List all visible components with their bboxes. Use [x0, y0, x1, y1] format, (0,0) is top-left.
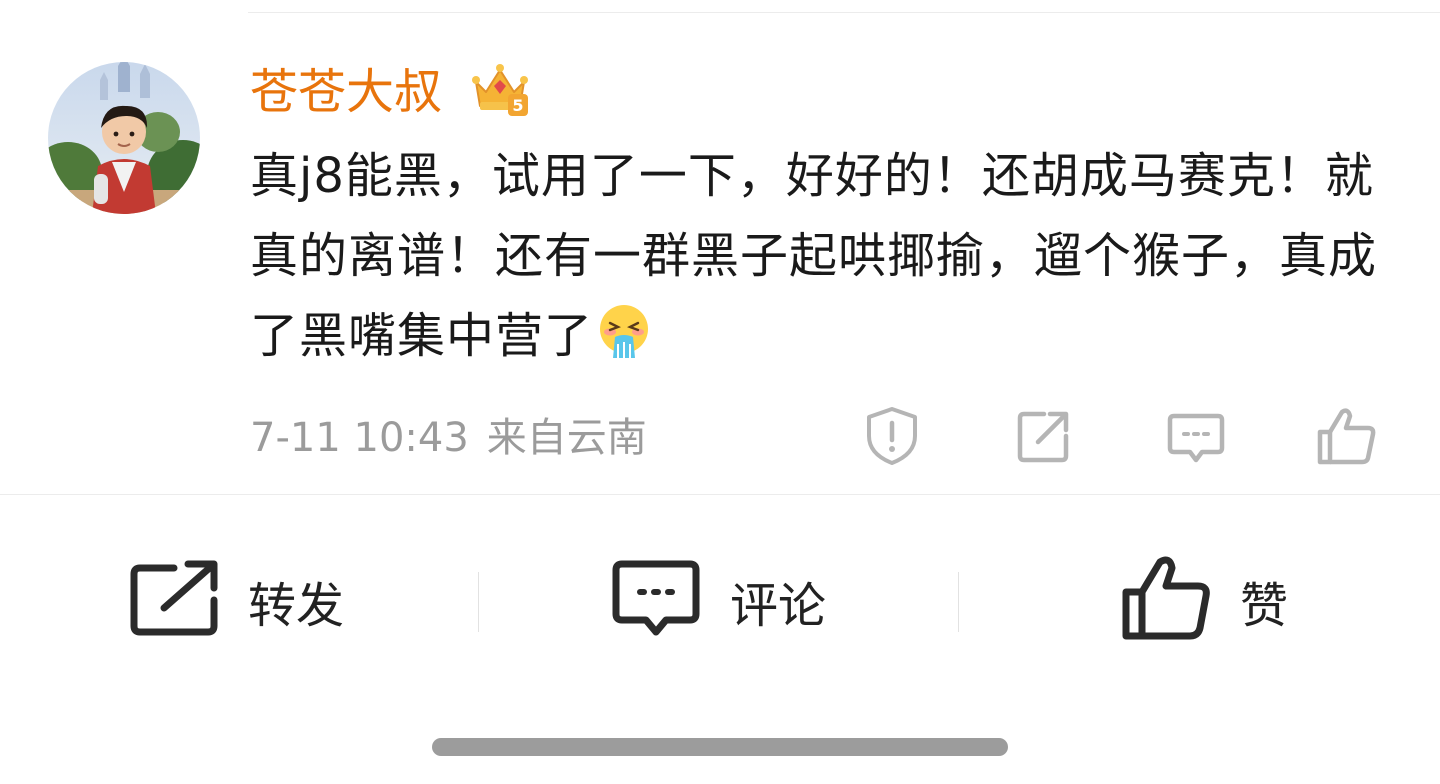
- comment-location: 来自云南: [486, 415, 647, 461]
- top-divider: [248, 12, 1440, 13]
- comment-meta: 7-11 10:43 来自云南: [250, 410, 647, 466]
- thumbs-up-icon: [1120, 554, 1212, 648]
- section-divider: [0, 494, 1440, 495]
- repost-label: 转发: [248, 578, 345, 634]
- crown-level-5-icon[interactable]: 5: [468, 56, 532, 120]
- username[interactable]: 苍苍大叔: [250, 62, 442, 122]
- action-divider: [958, 572, 959, 632]
- like-icon[interactable]: [1314, 404, 1378, 468]
- vomit-emoji: [595, 302, 653, 360]
- comment-bubble-icon: [610, 554, 702, 648]
- comment-button[interactable]: 评论: [610, 556, 826, 646]
- badge-level-number: 5: [512, 96, 523, 115]
- comment-body: 真j8能黑，试用了一下，好好的！还胡成马赛克！就真的离谱！还有一群黑子起哄揶揄，…: [250, 148, 1378, 364]
- repost-button[interactable]: 转发: [128, 556, 344, 646]
- comment-label: 评论: [730, 578, 827, 634]
- repost-icon: [128, 554, 220, 648]
- like-button[interactable]: 赞: [1120, 556, 1288, 646]
- comment-icon[interactable]: [1164, 404, 1228, 468]
- action-divider: [478, 572, 479, 632]
- comment-time: 7-11 10:43: [250, 415, 469, 461]
- report-icon[interactable]: [860, 404, 924, 468]
- like-label: 赞: [1240, 578, 1289, 634]
- home-indicator[interactable]: [432, 738, 1008, 756]
- comment-text: 真j8能黑，试用了一下，好好的！还胡成马赛克！就真的离谱！还有一群黑子起哄揶揄，…: [250, 136, 1410, 376]
- share-icon[interactable]: [1012, 404, 1076, 468]
- avatar[interactable]: [48, 62, 200, 214]
